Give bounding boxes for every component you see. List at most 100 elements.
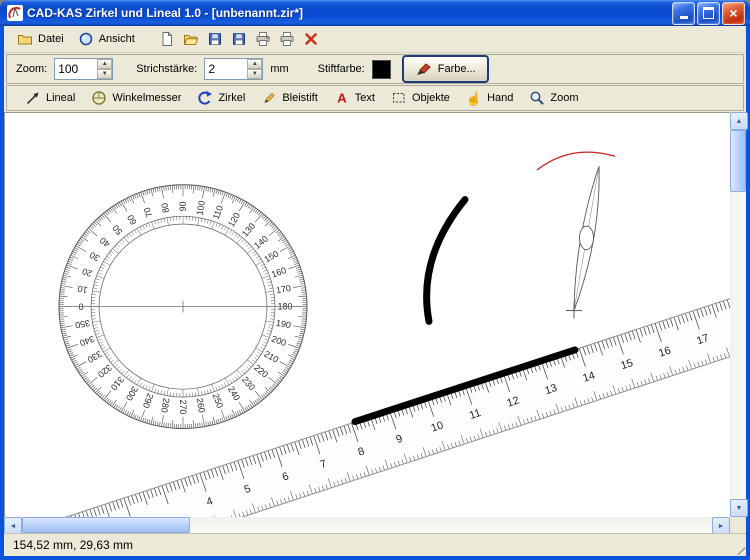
stroke-spin-down[interactable]: ▼ (247, 69, 262, 79)
save-icon (207, 31, 223, 47)
new-document-button[interactable] (156, 28, 179, 50)
menubar: Datei Ansicht (4, 26, 746, 53)
minimize-icon (680, 16, 688, 19)
window-title: CAD-KAS Zirkel und Lineal 1.0 - [unbenan… (27, 6, 670, 20)
svg-text:50: 50 (110, 223, 124, 237)
svg-text:210: 210 (262, 349, 280, 365)
open-file-button[interactable] (180, 28, 203, 50)
tool-text[interactable]: A Text (326, 89, 383, 107)
print-preview-icon (279, 31, 295, 47)
stroke-unit-label: mm (270, 63, 288, 75)
tool-hand[interactable]: ☝ Hand (458, 91, 521, 106)
scroll-up-button[interactable]: ▲ (730, 112, 748, 130)
svg-text:240: 240 (226, 385, 242, 403)
folder-icon (17, 31, 33, 47)
new-document-icon (159, 31, 175, 47)
zoom-toolbar: Zoom: ▲ ▼ Strichstärke: ▲ ▼ mm Stiftfarb… (6, 54, 744, 84)
menu-ansicht[interactable]: Ansicht (71, 29, 142, 49)
protractor-tool-icon (91, 90, 107, 106)
svg-text:40: 40 (98, 235, 112, 249)
horizontal-scroll-thumb[interactable] (22, 517, 190, 533)
tool-hand-label: Hand (487, 92, 513, 104)
compass-tool-icon (197, 90, 213, 106)
tool-zoom-label: Zoom (550, 92, 578, 104)
statusbar: 154,52 mm, 29,63 mm (4, 533, 746, 556)
color-picker-button[interactable]: Farbe... (402, 55, 489, 83)
zoom-spin-down[interactable]: ▼ (97, 69, 112, 79)
delete-icon (303, 31, 319, 47)
horizontal-scrollbar[interactable]: ◄ ► (4, 517, 730, 533)
save-as-icon (231, 31, 247, 47)
pen-icon (415, 62, 432, 76)
close-button[interactable]: × (722, 2, 745, 25)
svg-text:120: 120 (226, 211, 242, 229)
vertical-scroll-track[interactable] (730, 192, 746, 499)
svg-text:280: 280 (159, 397, 172, 413)
svg-text:260: 260 (194, 397, 207, 413)
spinner-down-icon: ▼ (252, 71, 258, 77)
tool-winkelmesser-label: Winkelmesser (112, 92, 181, 104)
tool-zoom[interactable]: Zoom (521, 89, 586, 107)
svg-text:270: 270 (178, 400, 188, 415)
print-icon (255, 31, 271, 47)
menu-datei-label: Datei (38, 33, 64, 45)
protractor-object[interactable]: 0102030405060708090100110120130140150160… (59, 185, 307, 429)
file-toolbar (156, 28, 324, 50)
delete-button[interactable] (300, 28, 323, 50)
scroll-down-icon: ▼ (736, 505, 743, 512)
drawing-surface[interactable]: 0102030405060708090100110120130140150160… (5, 113, 730, 517)
ruler-object[interactable]: 4567891011121314151617 (5, 217, 730, 517)
zoom-input[interactable] (55, 59, 97, 79)
svg-text:150: 150 (262, 248, 280, 264)
stroke-width-input[interactable] (205, 59, 247, 79)
menu-datei[interactable]: Datei (10, 29, 71, 49)
stroke-spin-up[interactable]: ▲ (247, 59, 262, 69)
svg-text:320: 320 (96, 363, 114, 380)
svg-text:100: 100 (194, 200, 207, 216)
svg-text:200: 200 (270, 334, 288, 348)
svg-text:30: 30 (88, 250, 102, 264)
tool-winkelmesser[interactable]: Winkelmesser (83, 89, 189, 107)
scroll-down-button[interactable]: ▼ (730, 499, 748, 517)
svg-text:190: 190 (275, 318, 292, 330)
tool-zirkel[interactable]: Zirkel (189, 89, 253, 107)
horizontal-scroll-track[interactable] (190, 517, 712, 533)
resize-grip[interactable] (732, 542, 745, 555)
drawing-canvas[interactable]: 0102030405060708090100110120130140150160… (4, 112, 730, 517)
select-objects-tool-icon (391, 90, 407, 106)
scroll-left-icon: ◄ (10, 523, 17, 530)
pencil-tool-icon (261, 90, 277, 106)
titlebar[interactable]: CAD-KAS Zirkel und Lineal 1.0 - [unbenan… (0, 0, 750, 26)
svg-text:90: 90 (178, 201, 188, 211)
svg-text:230: 230 (240, 375, 257, 393)
save-as-button[interactable] (228, 28, 251, 50)
minimize-button[interactable] (672, 2, 695, 25)
canvas-row: 0102030405060708090100110120130140150160… (4, 112, 746, 517)
svg-text:290: 290 (141, 392, 156, 409)
tool-bleistift[interactable]: Bleistift (253, 89, 325, 107)
zoom-spin-up[interactable]: ▲ (97, 59, 112, 69)
print-preview-button[interactable] (276, 28, 299, 50)
tool-lineal[interactable]: Lineal (17, 89, 83, 107)
print-button[interactable] (252, 28, 275, 50)
svg-text:220: 220 (252, 363, 270, 380)
svg-text:300: 300 (124, 385, 140, 403)
tool-bleistift-label: Bleistift (282, 92, 317, 104)
compass-object[interactable] (537, 152, 615, 318)
hand-tool-icon: ☝ (466, 92, 482, 105)
vertical-scroll-thumb[interactable] (730, 130, 746, 192)
svg-text:10: 10 (77, 284, 89, 295)
pen-color-swatch (372, 60, 391, 79)
maximize-button[interactable] (697, 2, 720, 25)
app-window: CAD-KAS Zirkel und Lineal 1.0 - [unbenan… (0, 0, 750, 560)
svg-text:350: 350 (74, 318, 91, 330)
svg-text:250: 250 (211, 392, 226, 409)
close-icon: × (729, 6, 737, 20)
vertical-scrollbar[interactable]: ▲ ▼ (730, 112, 746, 517)
spinner-up-icon: ▲ (102, 61, 108, 67)
tool-objekte[interactable]: Objekte (383, 89, 458, 107)
save-button[interactable] (204, 28, 227, 50)
svg-text:170: 170 (275, 283, 292, 295)
menu-ansicht-label: Ansicht (99, 33, 135, 45)
zoom-tool-icon (529, 90, 545, 106)
